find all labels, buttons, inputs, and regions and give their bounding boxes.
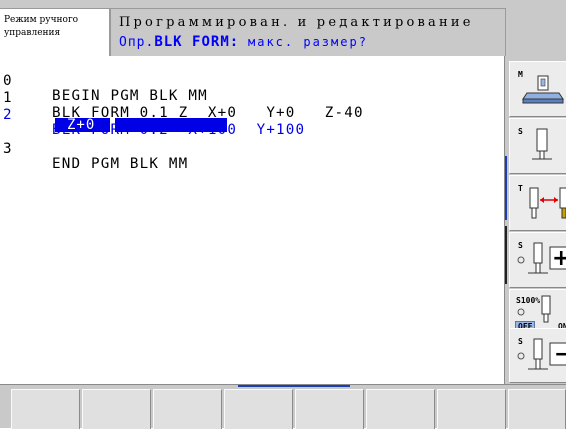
mode-label-line2: управления (4, 28, 61, 38)
program-line-0[interactable]: 0 BEGIN PGM BLK MM (0, 59, 207, 104)
mode-label-line1: Режим ручного (4, 15, 79, 25)
program-line-3[interactable]: 3 END PGM BLK MM (0, 127, 187, 172)
dialog-prompt: Опр.BLK FORM: макс. размер? (119, 34, 368, 50)
machine-mode-indicator: Режим ручного управления (0, 8, 110, 56)
softkey-7[interactable] (437, 389, 506, 429)
prompt-suffix: макс. размер? (248, 35, 368, 49)
line-number: 2 (3, 107, 12, 123)
line-number: 3 (3, 141, 12, 157)
programming-mode-title: Программирован. и редактирование (119, 15, 474, 30)
softkey-s-spindle[interactable]: S (509, 118, 566, 174)
line-code: END PGM BLK MM (52, 156, 189, 172)
softkey-4[interactable] (224, 389, 293, 429)
selected-word-z[interactable]: Z+0 (55, 118, 110, 132)
scroll-indicator (505, 156, 507, 220)
right-softkey-column: M S T S + S100% OFF ON S − (504, 56, 566, 384)
input-cursor-bar[interactable] (115, 118, 227, 132)
scroll-indicator-secondary (505, 226, 507, 284)
softkey-3[interactable] (153, 389, 222, 429)
softkey-t-tool[interactable]: T (509, 175, 566, 231)
prompt-keyword: BLK FORM: (154, 34, 240, 50)
header-right-blank (505, 8, 566, 56)
machine-table-icon (522, 75, 564, 104)
plus-sign: + (552, 246, 566, 271)
softkey-6[interactable] (366, 389, 435, 429)
softkey-page-indicator (238, 385, 350, 387)
softkey-2[interactable] (82, 389, 151, 429)
header-bar: Режим ручного управления Программирован.… (0, 0, 566, 56)
minus-sign: − (554, 342, 566, 367)
program-line-1[interactable]: 1 BLK FORM 0.1 Z X+0 Y+0 Z-40 (0, 76, 363, 121)
program-line-2-active[interactable]: 2 BLK FORM 0.2 X+100 Y+100 (0, 93, 304, 138)
softkey-spindle-plus[interactable]: S + (509, 232, 566, 288)
program-editor[interactable]: 0 BEGIN PGM BLK MM 1 BLK FORM 0.1 Z X+0 … (0, 56, 504, 384)
line-code: BEGIN PGM BLK MM (52, 88, 208, 104)
prompt-prefix: Опр. (119, 35, 155, 50)
softkey-8[interactable] (508, 389, 566, 429)
programming-mode-panel: Программирован. и редактирование Опр.BLK… (110, 8, 505, 56)
line-2-continuation[interactable]: Z+0 (55, 118, 227, 132)
softkey-5[interactable] (295, 389, 364, 429)
softkey-1[interactable] (11, 389, 80, 429)
spindle-tool-icon (532, 128, 552, 160)
bottom-softkey-row (0, 384, 566, 429)
softkey-spindle-minus[interactable]: S − (509, 328, 566, 383)
tool-change-icon (529, 187, 566, 219)
softkey-m-function[interactable]: M (509, 61, 566, 117)
